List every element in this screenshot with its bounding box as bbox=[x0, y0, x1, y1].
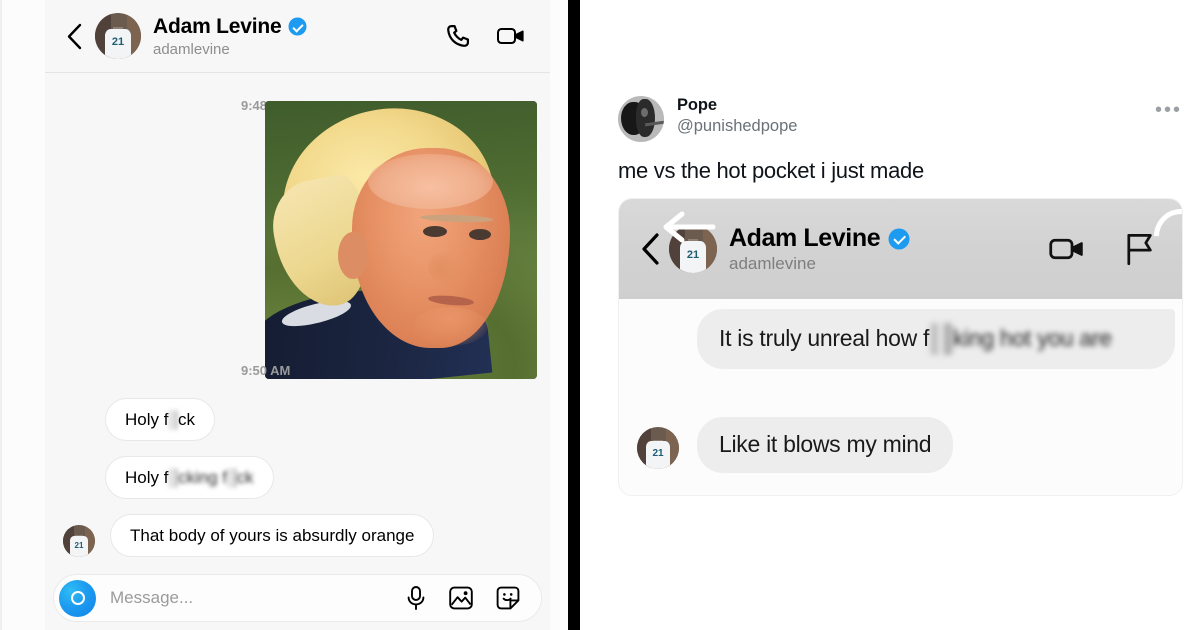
message-avatar: 21 bbox=[63, 525, 95, 557]
avatar-jersey-number: 21 bbox=[652, 447, 664, 459]
message-text-suffix: ck bbox=[177, 409, 195, 429]
tweet-handle[interactable]: @punishedpope bbox=[677, 117, 797, 136]
tweet-text: me vs the hot pocket i just made bbox=[618, 158, 924, 183]
composer-actions bbox=[405, 585, 521, 611]
dm-handle: adamlevine bbox=[153, 40, 230, 58]
video-camera-icon[interactable] bbox=[1048, 234, 1086, 264]
left-inner-gutter bbox=[550, 0, 568, 630]
page-title: Adam Levine bbox=[153, 15, 444, 39]
message-bubble[interactable]: That body of yours is absurdly orange bbox=[110, 514, 435, 557]
censored-text: uc bbox=[929, 323, 953, 355]
back-chevron-icon[interactable] bbox=[639, 233, 661, 265]
avatar-shape-b bbox=[636, 98, 655, 138]
flag-icon[interactable] bbox=[1122, 232, 1156, 266]
embedded-display-name: Adam Levine bbox=[729, 224, 881, 252]
censored-text: u bbox=[168, 467, 178, 488]
message-bubble[interactable]: It is truly unreal how fucking hot you a… bbox=[697, 309, 1175, 369]
embedded-dm-thread: It is truly unreal how fucking hot you a… bbox=[619, 299, 1182, 495]
embedded-dm-header: 21 Adam Levine adamlevine bbox=[619, 199, 1182, 299]
avatar-jersey-number: 21 bbox=[111, 35, 125, 48]
instagram-dm-panel: 21 Adam Levine adamlevine 9:48 9:50 AM H… bbox=[45, 0, 550, 630]
video-camera-icon[interactable] bbox=[496, 23, 526, 49]
camera-lens bbox=[70, 591, 85, 605]
dm-header-actions bbox=[444, 22, 526, 50]
image-icon[interactable] bbox=[448, 585, 474, 611]
message-text-tail: ck bbox=[236, 467, 254, 487]
back-chevron-icon[interactable] bbox=[63, 21, 85, 51]
message-bubble[interactable]: Holy fuck bbox=[105, 398, 215, 441]
avatar-jersey-number: 21 bbox=[74, 540, 84, 550]
message-text-prefix: Holy f bbox=[125, 409, 169, 429]
message-text-prefix: Holy f bbox=[125, 467, 169, 487]
screenshot-root: 21 Adam Levine adamlevine 9:48 9:50 AM H… bbox=[0, 0, 1200, 630]
microphone-icon[interactable] bbox=[405, 585, 427, 611]
dm-header: 21 Adam Levine adamlevine bbox=[45, 0, 550, 73]
avatar[interactable]: 21 bbox=[95, 13, 141, 59]
verified-badge-icon bbox=[889, 228, 910, 249]
message-timestamp: 9:50 AM bbox=[241, 363, 291, 378]
search-input[interactable]: Message... bbox=[110, 588, 405, 608]
tweet-header: Pope @punishedpope bbox=[618, 96, 797, 142]
avatar[interactable] bbox=[618, 96, 664, 142]
message-bubble[interactable]: Holy fucking fuck bbox=[105, 456, 274, 499]
panel-divider bbox=[568, 0, 580, 630]
photo-chin bbox=[411, 306, 489, 346]
embedded-screenshot-card[interactable]: 21 Adam Levine adamlevine It is truly un… bbox=[618, 198, 1183, 496]
embedded-handle: adamlevine bbox=[729, 254, 816, 273]
photo-eye-right bbox=[469, 228, 491, 240]
page-title: Adam Levine bbox=[729, 224, 1048, 253]
censored-text-2: u bbox=[227, 467, 237, 488]
avatar[interactable]: 21 bbox=[669, 225, 717, 273]
dm-thread: 9:48 AM 9:50 AM Holy fuck bbox=[45, 73, 550, 630]
embedded-header-actions bbox=[1048, 232, 1156, 266]
message-text-prefix: It is truly unreal how f bbox=[719, 325, 930, 351]
sticker-icon[interactable] bbox=[495, 585, 521, 611]
embedded-title-block: Adam Levine adamlevine bbox=[729, 224, 1048, 274]
left-outer-gutter bbox=[0, 0, 45, 630]
message-composer[interactable]: Message... bbox=[53, 574, 542, 622]
dm-title-block: Adam Levine adamlevine bbox=[153, 15, 444, 58]
tweet-panel: Pope @punishedpope ••• me vs the hot poc… bbox=[580, 0, 1200, 630]
photo-nose bbox=[428, 251, 461, 282]
photo-message[interactable] bbox=[265, 101, 537, 379]
avatar-highlight bbox=[641, 107, 648, 118]
tweet-display-name[interactable]: Pope bbox=[677, 96, 797, 115]
left-edge-divider bbox=[0, 0, 2, 630]
message-text-suffix: king hot you are bbox=[952, 325, 1112, 351]
avatar-jersey-number: 21 bbox=[686, 248, 700, 261]
censored-text: u bbox=[168, 409, 178, 430]
blurred-text: cking f bbox=[177, 467, 228, 487]
tweet-author-block: Pope @punishedpope bbox=[677, 96, 797, 136]
more-options-icon[interactable]: ••• bbox=[1155, 100, 1182, 120]
message-bubble[interactable]: Like it blows my mind bbox=[697, 417, 954, 473]
message-avatar: 21 bbox=[637, 427, 679, 469]
dm-display-name: Adam Levine bbox=[153, 14, 282, 38]
phone-icon[interactable] bbox=[444, 22, 472, 50]
verified-badge-icon bbox=[288, 18, 306, 35]
camera-icon[interactable] bbox=[59, 579, 96, 617]
